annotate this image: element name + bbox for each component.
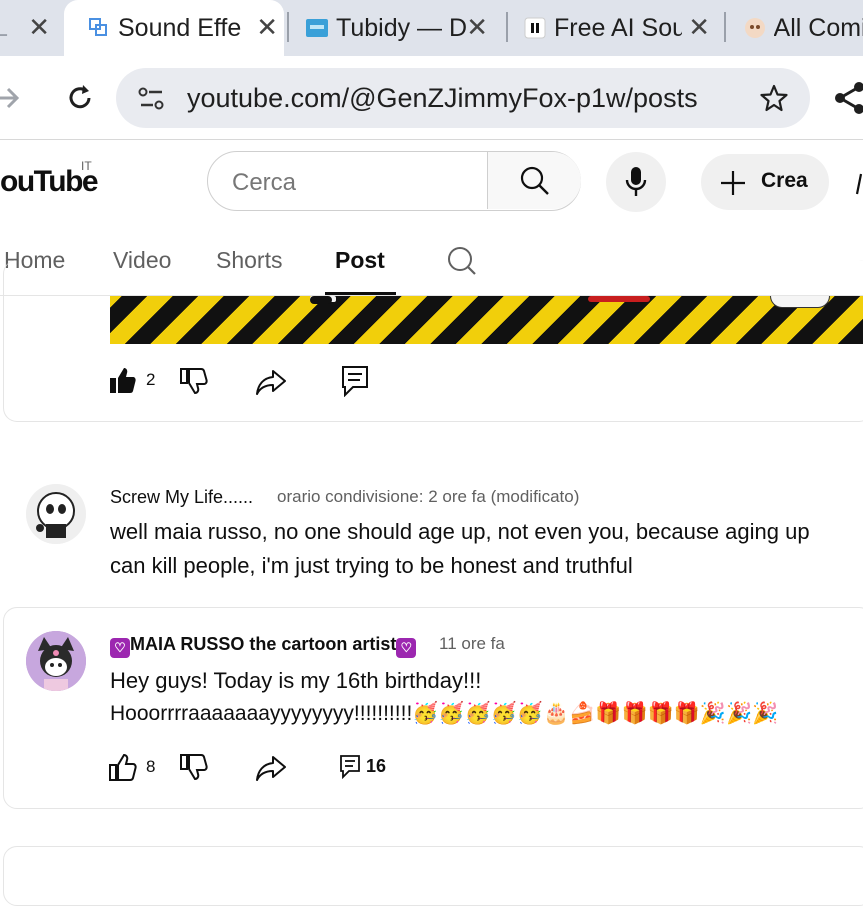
comment-count[interactable]: 16	[366, 756, 386, 777]
search-button[interactable]	[487, 152, 581, 209]
header-divider	[0, 295, 863, 296]
post-author: MAIA RUSSO the cartoon artist	[130, 634, 397, 654]
post-author-row[interactable]: ♡ MAIA RUSSO the cartoon artist ♡	[110, 634, 417, 658]
browser-toolbar: youtube.com/@GenZJimmyFox-p1w/posts	[0, 56, 863, 140]
comment-icon[interactable]	[340, 755, 360, 779]
heart-badge-icon: ♡	[396, 638, 417, 658]
post-author[interactable]: Screw My Life......	[110, 487, 253, 508]
sound-effects-favicon	[89, 18, 107, 36]
microphone-icon	[625, 167, 647, 196]
tab-label: All Comi	[773, 13, 863, 42]
search-input[interactable]: Cerca	[232, 169, 296, 197]
browser-tab[interactable]: L ✕	[0, 0, 60, 56]
like-count: 8	[146, 757, 156, 776]
search-icon	[520, 166, 549, 195]
avatar[interactable]	[26, 631, 86, 691]
post-timestamp[interactable]: 11 ore fa	[439, 634, 505, 654]
tab-separator	[724, 12, 726, 42]
tab-label: Free AI Sou	[554, 13, 682, 42]
post-image-top-edge	[110, 296, 863, 308]
kuromi-avatar-image	[26, 631, 86, 691]
forward-arrow-icon[interactable]	[0, 82, 22, 114]
tab-separator	[287, 12, 289, 42]
all-comics-favicon	[744, 18, 765, 38]
reload-icon[interactable]	[64, 82, 96, 114]
close-tab-icon[interactable]: ✕	[256, 12, 278, 43]
create-label: Crea	[761, 169, 808, 192]
close-tab-icon[interactable]: ✕	[688, 12, 710, 43]
pause-favicon	[524, 17, 546, 39]
browser-tab-strip: L ✕ Sound Effe ✕ Tubidy — D ✕ Free AI So…	[0, 0, 863, 56]
create-button[interactable]: Crea	[701, 154, 829, 210]
tubidy-favicon	[306, 19, 328, 37]
close-tab-icon[interactable]: ✕	[466, 12, 488, 43]
url-text[interactable]: youtube.com/@GenZJimmyFox-p1w/posts	[187, 83, 698, 114]
browser-tab[interactable]: Free AI Sou ✕	[512, 0, 720, 56]
post-text-line: can kill people, i'm just trying to be h…	[110, 553, 633, 578]
plus-icon	[721, 171, 745, 195]
notifications-icon[interactable]	[855, 172, 863, 196]
bookmark-star-icon[interactable]	[760, 84, 788, 112]
dislike-icon[interactable]	[178, 366, 208, 396]
dislike-icon[interactable]	[178, 752, 208, 782]
tab-separator	[506, 12, 508, 42]
country-code: IT	[81, 159, 92, 173]
close-tab-icon[interactable]: ✕	[28, 12, 50, 43]
post-card	[3, 846, 863, 906]
voice-search-button[interactable]	[606, 152, 666, 212]
like-icon[interactable]	[107, 752, 137, 782]
post-text-line: well maia russo, no one should age up, n…	[110, 519, 810, 544]
search-box[interactable]: Cerca	[207, 151, 581, 211]
share-arrow-icon[interactable]	[255, 754, 287, 782]
skull-avatar-image	[26, 484, 86, 544]
browser-tab[interactable]: All Comi	[732, 0, 863, 56]
tab-label: Tubidy — D	[336, 13, 468, 42]
post-timestamp[interactable]: orario condivisione: 2 ore fa (modificat…	[277, 487, 579, 507]
browser-tab[interactable]: Tubidy — D ✕	[292, 0, 502, 56]
youtube-header: ouTube IT Cerca Crea	[0, 140, 863, 224]
like-filled-icon[interactable]	[107, 365, 137, 395]
share-arrow-icon[interactable]	[255, 368, 287, 396]
avatar[interactable]	[26, 484, 86, 544]
like-count: 2	[146, 370, 156, 389]
post-text-line: Hooorrrraaaaaaayyyyyyyy!!!!!!!!!!🥳🥳🥳🥳🥳🎂🍰…	[110, 702, 779, 725]
comment-icon[interactable]	[341, 365, 369, 397]
tab-label: L	[0, 13, 8, 42]
post-text-line: Hey guys! Today is my 16th birthday!!!	[110, 668, 482, 693]
share-icon[interactable]	[832, 80, 863, 116]
address-bar[interactable]: youtube.com/@GenZJimmyFox-p1w/posts	[116, 68, 810, 128]
heart-badge-icon: ♡	[110, 638, 130, 658]
browser-tab-active[interactable]: Sound Effe ✕	[64, 0, 284, 56]
site-settings-icon[interactable]	[138, 86, 166, 112]
tab-label: Sound Effe	[118, 13, 242, 42]
